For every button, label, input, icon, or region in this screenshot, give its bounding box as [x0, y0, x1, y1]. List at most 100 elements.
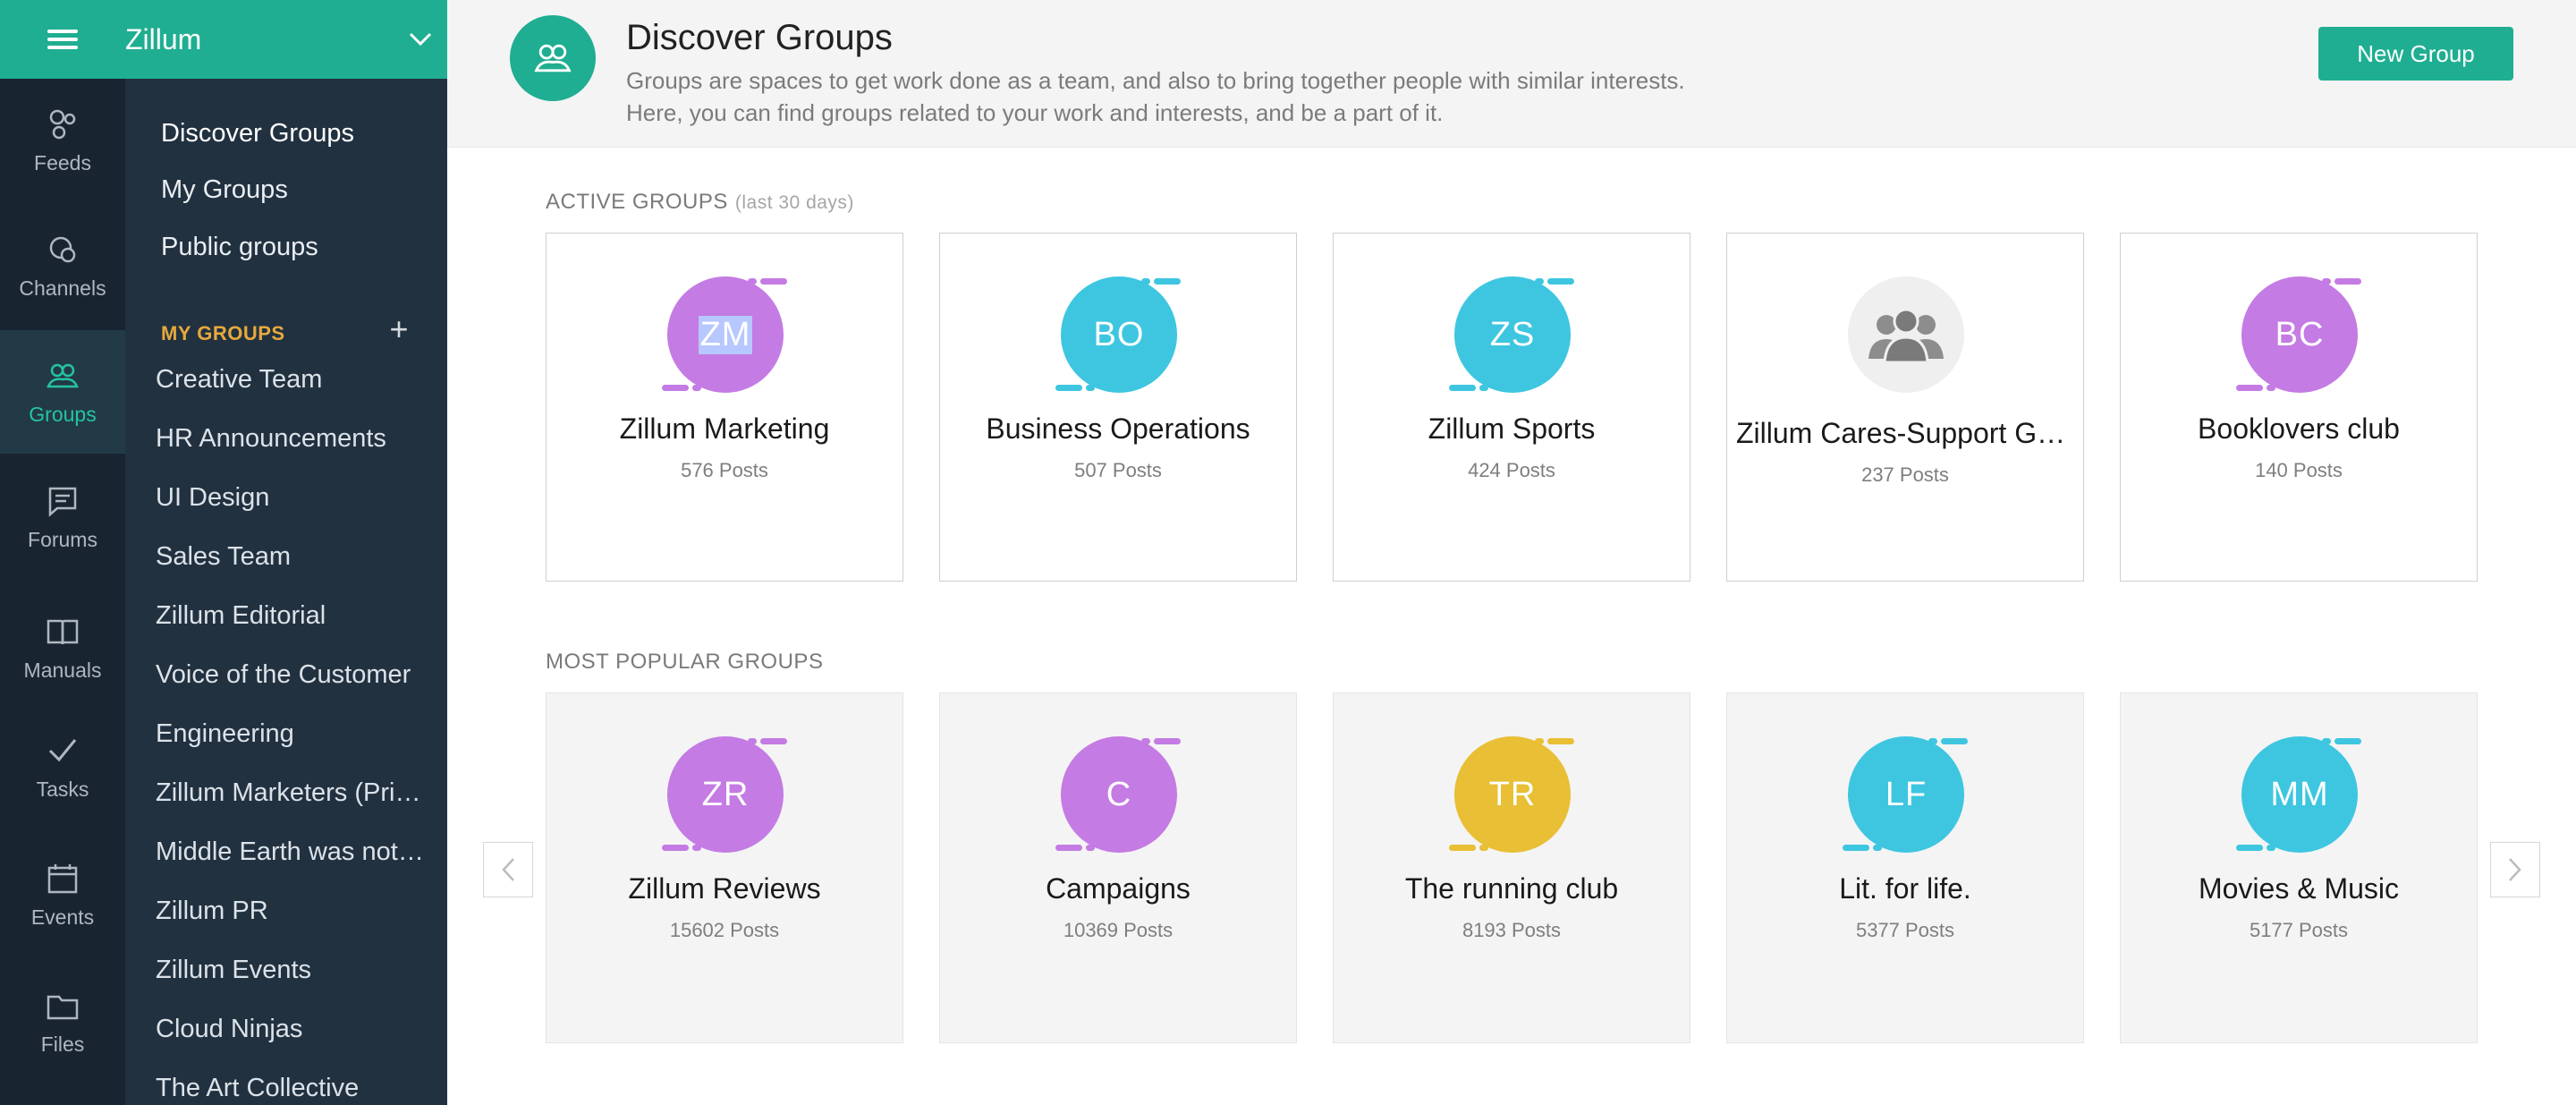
- group-card[interactable]: ZS Zillum Sports 424 Posts: [1333, 233, 1690, 582]
- rail-item-forums[interactable]: Forums: [0, 455, 125, 579]
- group-name: Movies & Music: [2198, 872, 2400, 905]
- avatar-initials: BC: [2275, 315, 2325, 353]
- group-post-count: 5177 Posts: [2249, 919, 2349, 941]
- rail-item-channels[interactable]: Channels: [0, 204, 125, 327]
- group-card[interactable]: MM Movies & Music 5177 Posts: [2120, 693, 2478, 1043]
- group-avatar: LF: [1843, 736, 1968, 853]
- rail-label: Channels: [19, 276, 106, 300]
- group-post-count: 15602 Posts: [669, 919, 780, 941]
- sidebar-group-item[interactable]: Zillum Events: [156, 956, 424, 985]
- my-groups-heading: MY GROUPS: [161, 322, 285, 344]
- sidebar-group-item[interactable]: The Art Collective: [156, 1074, 424, 1103]
- rail-label: Files: [40, 1032, 85, 1056]
- sidebar-group-item[interactable]: Cloud Ninjas: [156, 1015, 424, 1044]
- group-post-count: 507 Posts: [1074, 459, 1162, 481]
- group-avatar: [1848, 276, 1964, 393]
- group-name: Zillum Marketing: [619, 412, 830, 445]
- sidebar-group-item[interactable]: Zillum Editorial: [156, 601, 424, 631]
- avatar-initials: BO: [1093, 315, 1145, 353]
- sidebar-group-item[interactable]: Middle Earth was not built in a day: [156, 837, 424, 867]
- sidebar-group-item[interactable]: HR Announcements: [156, 424, 424, 454]
- page-title: Discover Groups: [626, 18, 893, 57]
- rail-label: Forums: [28, 527, 97, 551]
- group-card[interactable]: C Campaigns 10369 Posts: [939, 693, 1297, 1043]
- page-description-line: Groups are spaces to get work done as a …: [626, 67, 1685, 94]
- group-avatar: BO: [1055, 276, 1181, 393]
- group-post-count: 237 Posts: [1861, 463, 1949, 486]
- sidebar-group-item[interactable]: Engineering: [156, 719, 424, 749]
- manuals-icon: [47, 619, 79, 644]
- org-name[interactable]: Zillum: [125, 23, 394, 56]
- section-subtitle: (last 30 days): [734, 192, 854, 213]
- forums-icon: [48, 487, 77, 517]
- group-avatar: MM: [2236, 736, 2361, 853]
- group-card[interactable]: TR The running club 8193 Posts: [1333, 693, 1690, 1043]
- rail-item-manuals[interactable]: Manuals: [0, 586, 125, 710]
- next-arrow-icon[interactable]: [2490, 842, 2540, 897]
- rail-item-groups[interactable]: Groups: [0, 330, 125, 454]
- group-card[interactable]: BO Business Operations 507 Posts: [939, 233, 1297, 582]
- chevron-down-icon[interactable]: [394, 0, 447, 79]
- group-card[interactable]: Zillum Cares-Support Group 237 Posts: [1726, 233, 2084, 582]
- group-post-count: 576 Posts: [681, 459, 768, 481]
- sidebar-group-item[interactable]: Sales Team: [156, 542, 424, 572]
- rail-label: Events: [30, 905, 95, 929]
- group-name: Lit. for life.: [1839, 872, 1971, 905]
- sidebar-group-item[interactable]: Zillum Marketers (Private): [156, 778, 424, 808]
- group-post-count: 5377 Posts: [1855, 919, 1955, 941]
- rail-label: Manuals: [23, 658, 102, 682]
- people-icon: [1868, 308, 1944, 364]
- group-avatar: ZS: [1449, 276, 1574, 393]
- group-post-count: 10369 Posts: [1063, 919, 1174, 941]
- add-group-icon[interactable]: +: [381, 311, 417, 347]
- avatar-initials: TR: [1488, 775, 1537, 813]
- groups-icon: [47, 363, 79, 387]
- group-name: Zillum Cares-Support Group: [1736, 417, 2074, 449]
- group-card[interactable]: ZM Zillum Marketing 576 Posts: [546, 233, 903, 582]
- new-group-button[interactable]: New Group: [2318, 27, 2513, 81]
- groups-icon: [510, 15, 596, 101]
- sidebar-group-item[interactable]: UI Design: [156, 483, 424, 513]
- group-card[interactable]: ZR Zillum Reviews 15602 Posts: [546, 693, 903, 1043]
- sidebar-group-item[interactable]: Zillum PR: [156, 897, 424, 926]
- sidebar-group-item[interactable]: Creative Team: [156, 365, 424, 395]
- avatar-initials: ZM: [698, 315, 753, 354]
- page-description: Groups are spaces to get work done as a …: [626, 64, 1789, 129]
- avatar-initials: ZR: [701, 775, 750, 813]
- app-rail: Feeds Channels Groups Forums Manuals Tas…: [0, 79, 125, 1105]
- group-name: Booklovers club: [2198, 412, 2400, 445]
- group-avatar: ZM: [662, 276, 787, 393]
- group-avatar: BC: [2236, 276, 2361, 393]
- rail-item-events[interactable]: Events: [0, 833, 125, 956]
- group-name: Zillum Reviews: [628, 872, 821, 905]
- previous-arrow-icon[interactable]: [483, 842, 533, 897]
- page-description-line: Here, you can find groups related to you…: [626, 99, 1444, 126]
- org-bar: Zillum: [0, 0, 447, 79]
- sidebar-link-my-groups[interactable]: My Groups: [161, 175, 288, 205]
- rail-label: Tasks: [36, 777, 89, 801]
- group-card[interactable]: LF Lit. for life. 5377 Posts: [1726, 693, 2084, 1043]
- sidebar-link-discover-groups[interactable]: Discover Groups: [161, 119, 354, 149]
- rail-item-feeds[interactable]: Feeds: [0, 79, 125, 202]
- feeds-icon: [49, 109, 76, 139]
- group-name: Zillum Sports: [1428, 412, 1596, 445]
- popular-groups-heading: MOST POPULAR GROUPS: [546, 650, 823, 675]
- sidebar-link-public-groups[interactable]: Public groups: [161, 233, 318, 262]
- group-name: The running club: [1404, 872, 1619, 905]
- menu-icon[interactable]: [0, 0, 125, 79]
- rail-label: Feeds: [34, 150, 91, 174]
- page-header: Discover Groups Groups are spaces to get…: [447, 0, 2576, 148]
- avatar-initials: C: [1106, 775, 1132, 813]
- group-name: Campaigns: [1046, 872, 1191, 905]
- sidebar-group-item[interactable]: Voice of the Customer: [156, 660, 424, 690]
- rail-item-tasks[interactable]: Tasks: [0, 705, 125, 829]
- section-title: ACTIVE GROUPS: [546, 190, 728, 214]
- active-groups-heading: ACTIVE GROUPS (last 30 days): [546, 190, 854, 215]
- group-post-count: 140 Posts: [2255, 459, 2343, 481]
- group-card[interactable]: BC Booklovers club 140 Posts: [2120, 233, 2478, 582]
- rail-item-files[interactable]: Files: [0, 960, 125, 1084]
- avatar-initials: ZS: [1489, 315, 1536, 353]
- groups-sidebar: Discover Groups My Groups Public groups …: [125, 79, 447, 1105]
- group-avatar: TR: [1449, 736, 1574, 853]
- group-avatar: C: [1055, 736, 1181, 853]
